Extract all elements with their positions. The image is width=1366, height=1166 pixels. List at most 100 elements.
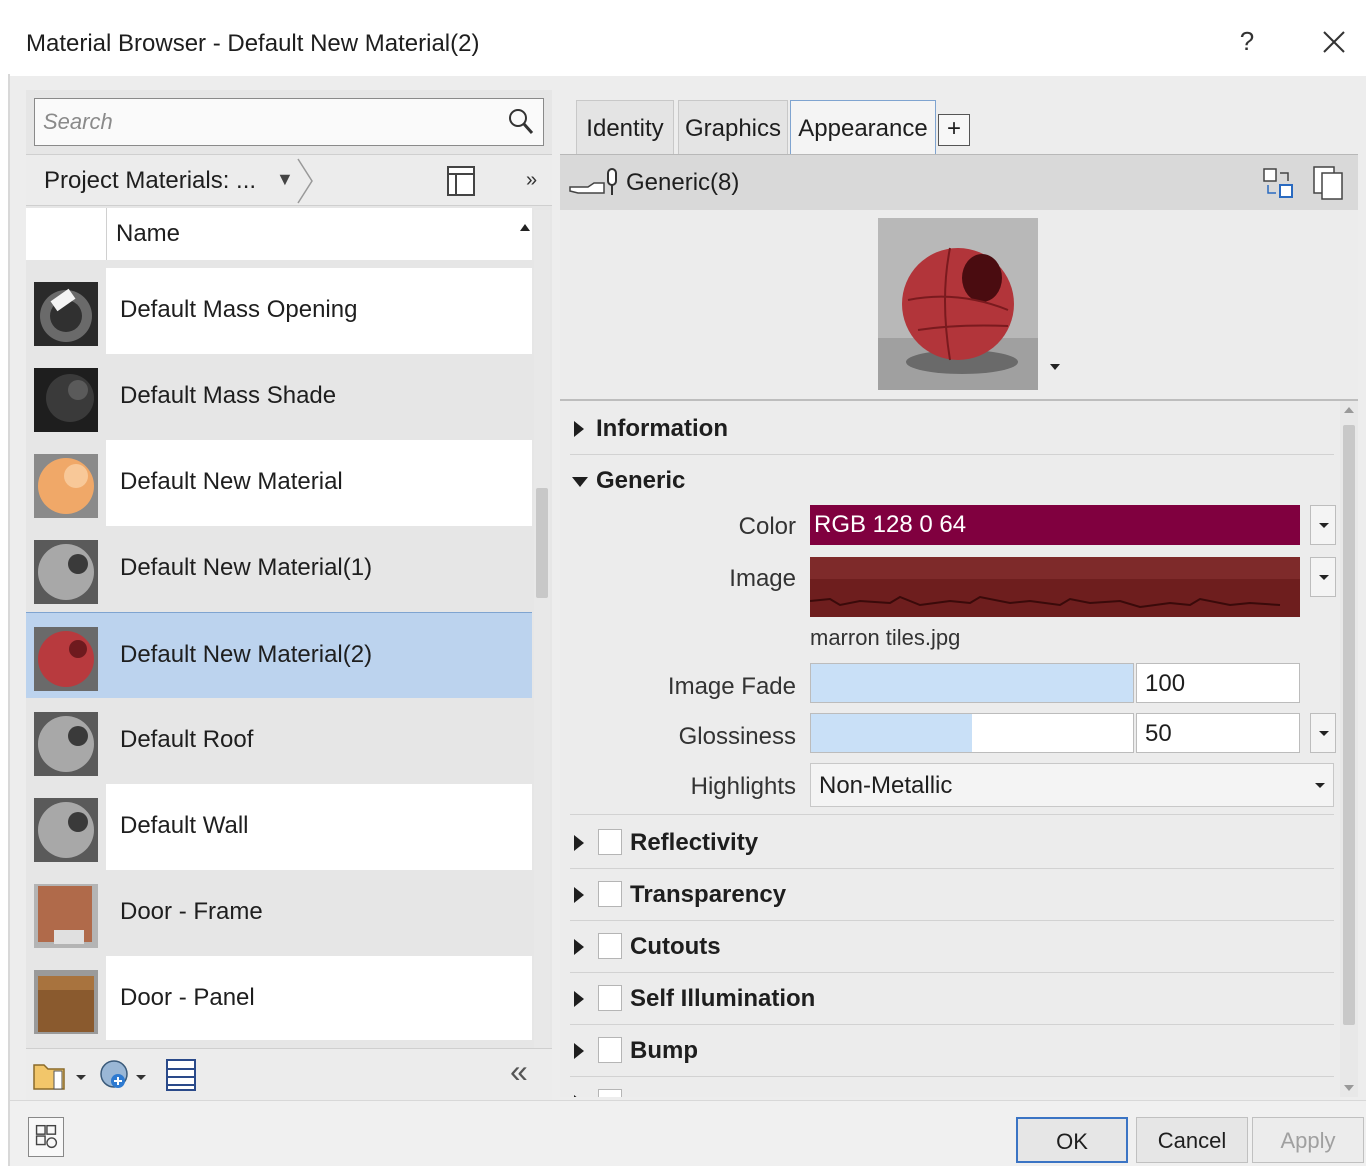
column-name-header[interactable]: Name [116, 220, 180, 248]
material-name: Default New Material(1) [120, 554, 373, 581]
collapse-panel-icon[interactable]: « [510, 1053, 528, 1090]
section-cutouts[interactable]: Cutouts [570, 921, 1334, 973]
column-separator [106, 208, 107, 260]
view-layout-icon[interactable] [446, 165, 476, 197]
chevron-down-icon[interactable]: ▼ [276, 169, 294, 190]
apply-button[interactable]: Apply [1252, 1117, 1364, 1163]
material-thumbnail [34, 540, 98, 604]
reflectivity-checkbox[interactable] [598, 829, 622, 855]
section-self-illumination[interactable]: Self Illumination [570, 973, 1334, 1025]
thumb-cell [26, 613, 106, 699]
preview-area [560, 210, 1358, 400]
project-materials-selector[interactable]: Project Materials: ... [44, 167, 256, 195]
glossiness-options-chevron-icon[interactable] [1310, 713, 1336, 753]
add-asset-icon[interactable] [96, 1057, 152, 1093]
scrollbar-thumb[interactable] [1343, 425, 1355, 1025]
text-cell: Default Roof [106, 698, 532, 784]
image-texture-thumbnail[interactable] [810, 557, 1300, 617]
more-icon[interactable]: » [526, 169, 537, 192]
list-item[interactable]: Door - Frame [26, 870, 532, 956]
close-icon[interactable] [1316, 24, 1352, 60]
material-editor-toggle-icon[interactable] [28, 1117, 64, 1157]
expand-arrow-icon[interactable] [574, 421, 584, 437]
glossiness-slider[interactable] [810, 713, 1134, 753]
expand-arrow-icon[interactable] [574, 835, 584, 851]
thumb-cell [26, 956, 106, 1040]
scroll-up-icon[interactable] [1344, 407, 1354, 413]
dialog-footer: OK Cancel Apply [10, 1100, 1366, 1166]
ok-button[interactable]: OK [1016, 1117, 1128, 1163]
material-thumbnail [34, 970, 98, 1034]
section-information[interactable]: Information [570, 403, 1334, 455]
expand-arrow-icon[interactable] [574, 939, 584, 955]
collapse-arrow-icon[interactable] [572, 477, 588, 487]
material-thumbnail [34, 712, 98, 776]
material-name: Default Mass Shade [120, 382, 337, 409]
library-folder-icon[interactable] [32, 1057, 88, 1093]
thumb-cell [26, 440, 106, 526]
image-fade-input[interactable]: 100 [1136, 663, 1300, 703]
highlights-select[interactable]: Non-Metallic [810, 763, 1334, 807]
glossiness-label: Glossiness [678, 723, 796, 750]
cancel-button[interactable]: Cancel [1136, 1117, 1248, 1163]
list-scrollbar[interactable] [534, 210, 550, 1048]
search-icon[interactable] [507, 107, 535, 137]
tab-identity[interactable]: Identity [576, 100, 674, 154]
color-swatch[interactable]: RGB 128 0 64 [810, 505, 1300, 545]
material-thumbnail [34, 884, 98, 948]
slider-fill [811, 664, 1133, 702]
list-item[interactable]: Default New Material(1) [26, 526, 532, 612]
scrollbar-thumb[interactable] [536, 488, 548, 598]
list-item[interactable]: Default New Material [26, 440, 532, 526]
properties-scrollbar[interactable] [1340, 401, 1358, 1097]
text-cell: Door - Frame [106, 870, 532, 956]
cutouts-checkbox[interactable] [598, 933, 622, 959]
expand-arrow-icon[interactable] [574, 991, 584, 1007]
color-options-chevron-icon[interactable] [1310, 505, 1336, 545]
add-tab-button[interactable]: + [938, 114, 970, 146]
asset-browser-icon[interactable] [164, 1057, 198, 1093]
list-item[interactable]: Default Mass Opening [26, 268, 532, 354]
expand-arrow-icon[interactable] [574, 887, 584, 903]
material-name: Default New Material(2) [120, 641, 373, 668]
section-reflectivity[interactable]: Reflectivity [570, 817, 1334, 869]
duplicate-asset-icon[interactable] [1310, 165, 1346, 201]
bump-checkbox[interactable] [598, 1037, 622, 1063]
help-button[interactable]: ? [1232, 26, 1262, 57]
thumb-cell [26, 698, 106, 784]
list-item-selected[interactable]: Default New Material(2) [26, 612, 532, 699]
list-item[interactable]: Default Mass Shade [26, 354, 532, 440]
material-list: Default Mass Opening Default Mass Shade … [26, 260, 532, 1040]
expand-arrow-icon[interactable] [574, 1095, 584, 1097]
tab-appearance[interactable]: Appearance [790, 100, 936, 156]
thumb-cell [26, 354, 106, 440]
image-fade-slider[interactable] [810, 663, 1134, 703]
text-cell: Default Wall [106, 784, 532, 870]
section-transparency[interactable]: Transparency [570, 869, 1334, 921]
asset-name: Generic(8) [626, 169, 740, 196]
list-item[interactable]: Door - Panel [26, 956, 532, 1040]
tab-graphics[interactable]: Graphics [678, 100, 788, 154]
material-name: Default New Material [120, 468, 343, 495]
scroll-down-icon[interactable] [1344, 1085, 1354, 1091]
section-bump[interactable]: Bump [570, 1025, 1334, 1077]
preview-options-chevron-icon[interactable] [1050, 364, 1060, 370]
color-label: Color [738, 513, 796, 540]
material-name: Default Mass Opening [120, 296, 358, 323]
image-filename[interactable]: marron tiles.jpg [810, 625, 960, 651]
window-title: Material Browser - Default New Material(… [26, 30, 480, 57]
list-item[interactable]: Default Roof [26, 698, 532, 784]
image-options-chevron-icon[interactable] [1310, 557, 1336, 597]
replace-asset-icon[interactable] [1260, 165, 1296, 201]
text-cell: Default New Material(2) [106, 613, 532, 699]
list-item[interactable]: Default Wall [26, 784, 532, 870]
transparency-checkbox[interactable] [598, 881, 622, 907]
self-illumination-checkbox[interactable] [598, 985, 622, 1011]
section-title: Bump [630, 1037, 698, 1064]
glossiness-input[interactable]: 50 [1136, 713, 1300, 753]
search-input[interactable]: Search [34, 98, 544, 146]
section-partial [570, 1077, 1334, 1097]
partial-checkbox[interactable] [598, 1089, 622, 1097]
expand-arrow-icon[interactable] [574, 1043, 584, 1059]
thumb-cell [26, 526, 106, 612]
